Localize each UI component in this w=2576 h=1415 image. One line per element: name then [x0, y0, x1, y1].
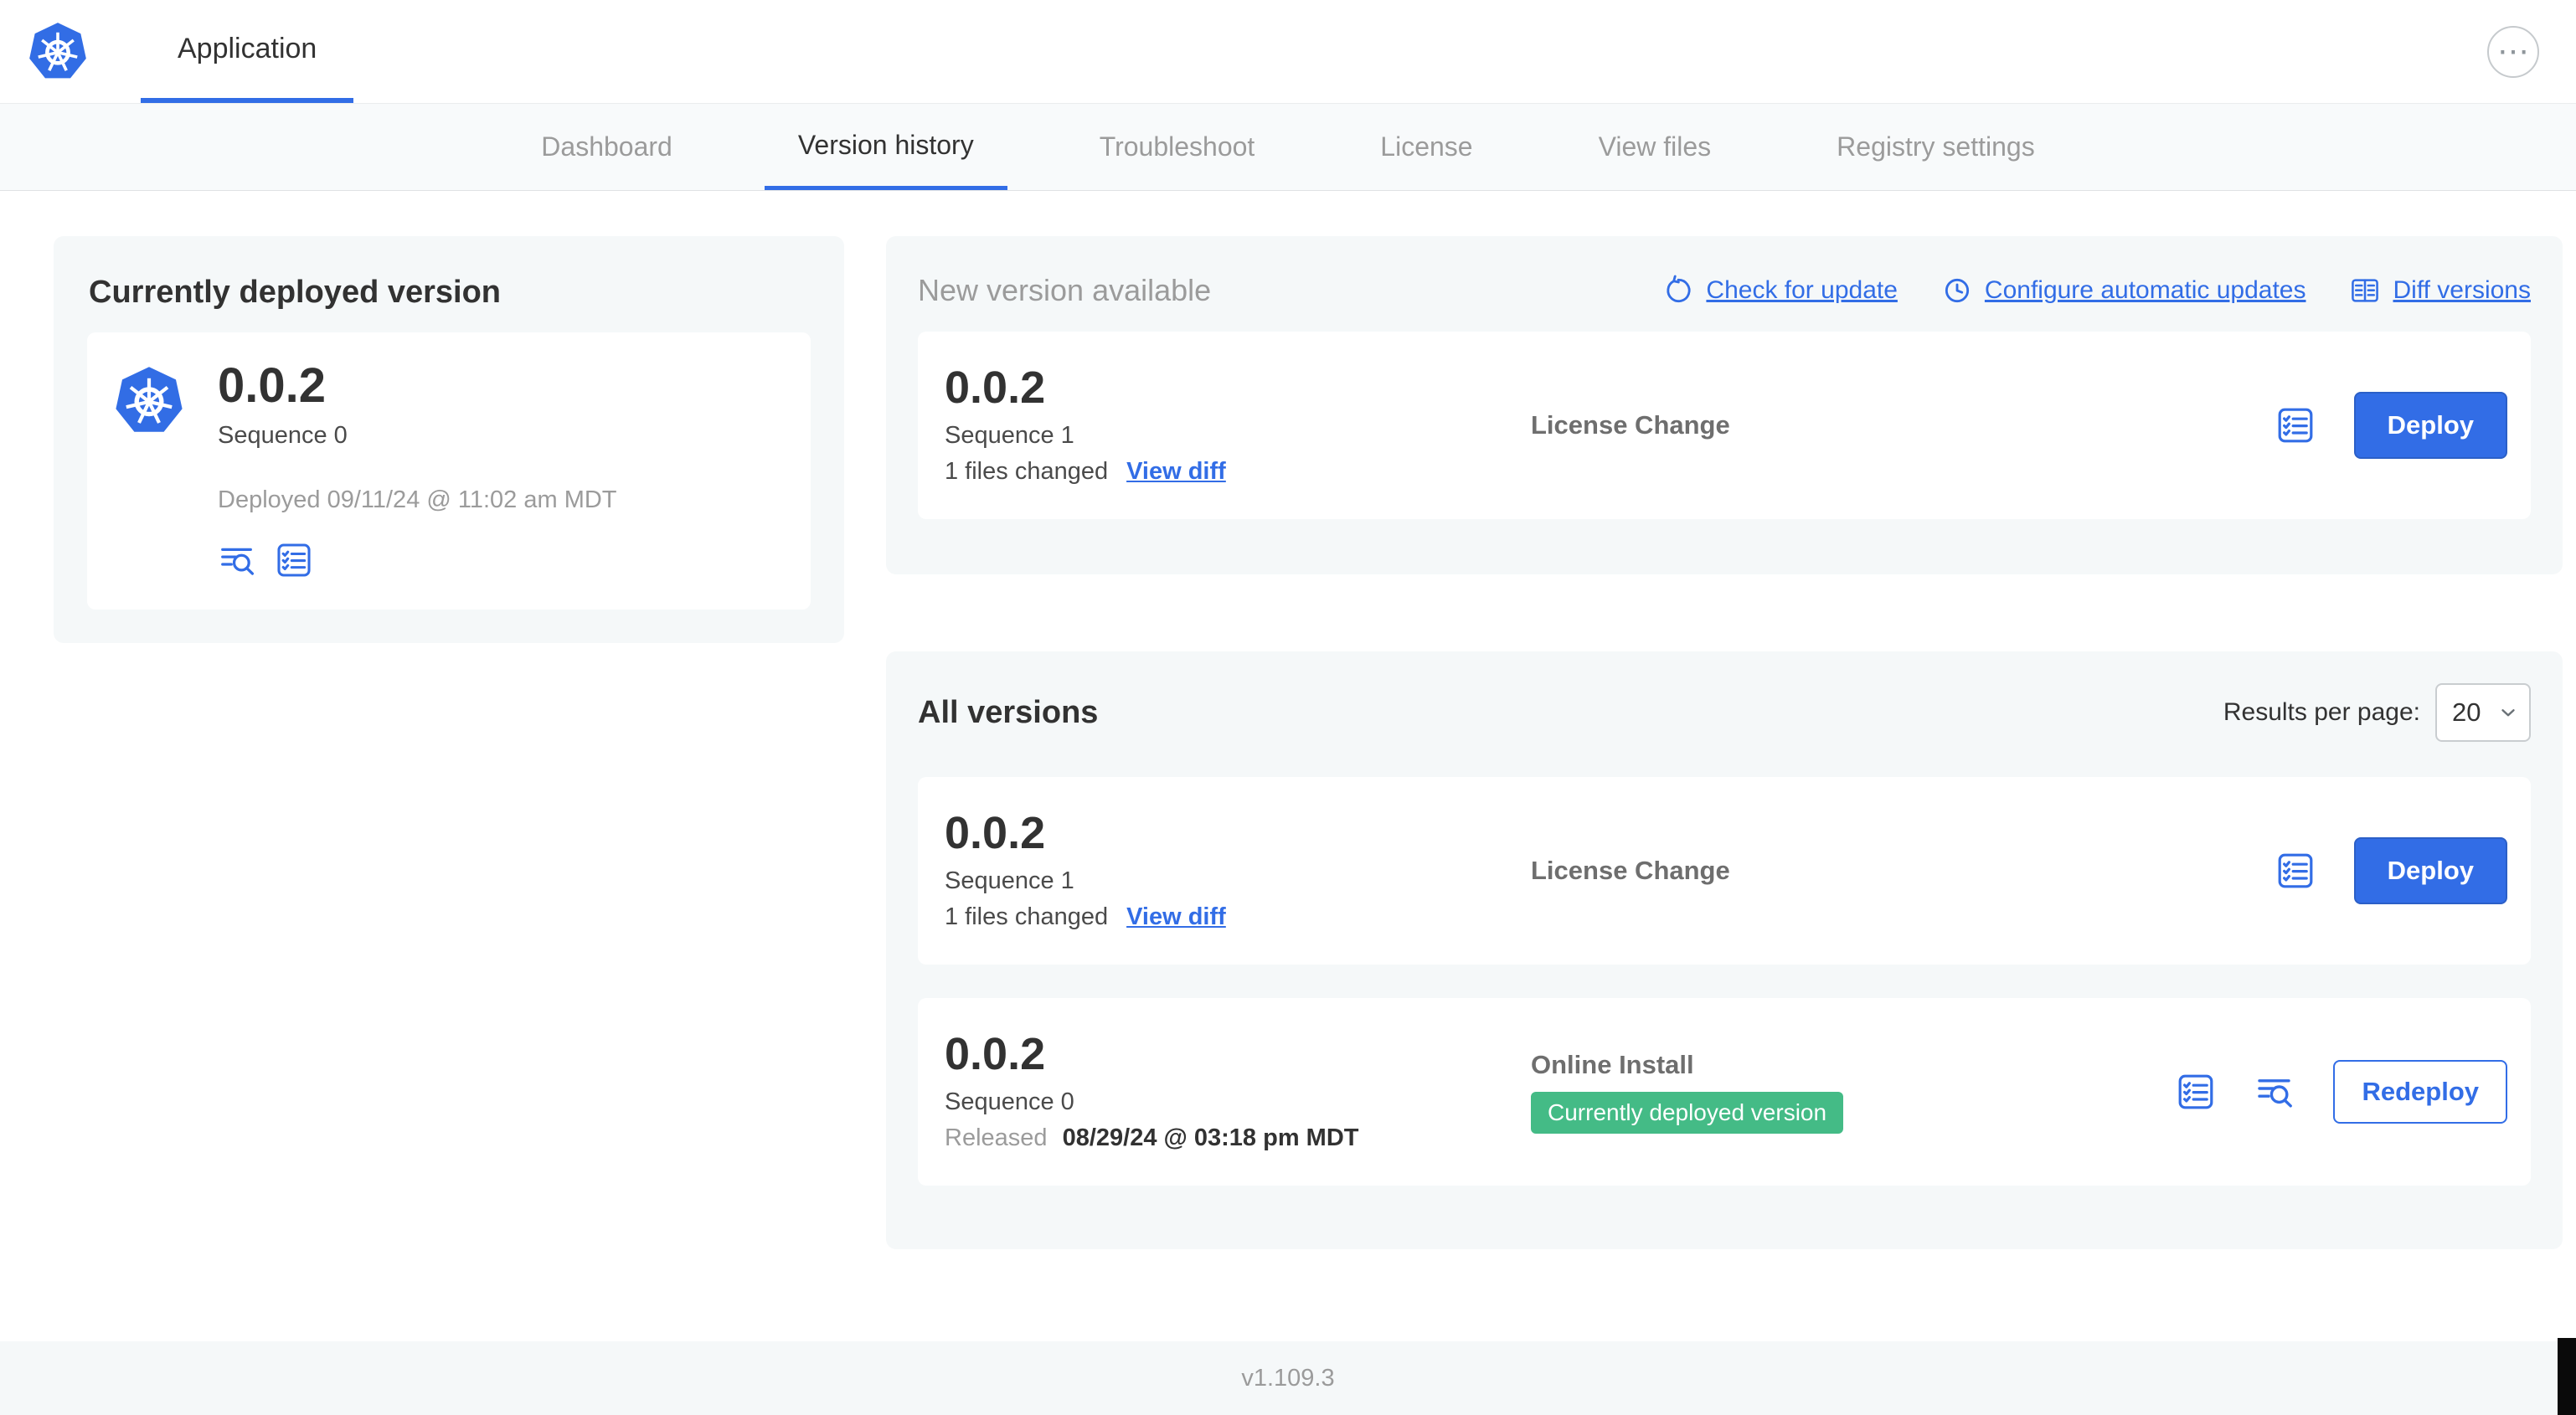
results-per-page: Results per page: 20	[2223, 683, 2531, 742]
configure-automatic-updates-label: Configure automatic updates	[1984, 276, 2306, 304]
deployed-version-number: 0.0.2	[218, 358, 326, 413]
scrollbar-corner-artifact	[2558, 1338, 2576, 1415]
tab-view-files[interactable]: View files	[1565, 104, 1745, 190]
tab-registry-settings-label: Registry settings	[1837, 131, 2035, 162]
tab-view-files-label: View files	[1598, 131, 1712, 162]
check-for-update-link[interactable]: Check for update	[1662, 275, 1898, 306]
main-content: Currently deployed version 0.0.2 Sequenc…	[0, 191, 2576, 1249]
view-logs-icon[interactable]	[218, 541, 256, 579]
version-actions: Redeploy	[2176, 1060, 2507, 1124]
deployed-version-details: 0.0.2 Sequence 0 Deployed 09/11/24 @ 11:…	[218, 358, 617, 579]
tab-dashboard-label: Dashboard	[541, 131, 672, 162]
version-actions: Deploy	[2275, 392, 2507, 459]
version-info: 0.0.2 Sequence 1 1 files changed View di…	[945, 365, 1531, 486]
version-row: 0.0.2 Sequence 0 Released 08/29/24 @ 03:…	[918, 998, 2531, 1186]
deploy-button[interactable]: Deploy	[2353, 837, 2507, 904]
tab-application[interactable]: Application	[141, 0, 354, 103]
version-sequence: Sequence 0	[945, 1088, 1074, 1115]
kubernetes-logo	[23, 18, 92, 86]
redeploy-button[interactable]: Redeploy	[2333, 1060, 2507, 1124]
diff-versions-label: Diff versions	[2393, 276, 2531, 304]
results-per-page-select[interactable]: 20	[2435, 683, 2531, 742]
new-version-row: 0.0.2 Sequence 1 1 files changed View di…	[918, 332, 2531, 519]
new-version-title: New version available	[918, 273, 1212, 307]
files-changed-label: 1 files changed	[945, 458, 1109, 485]
new-version-actions: Check for update Configure automatic upd…	[1662, 275, 2531, 306]
deploy-button[interactable]: Deploy	[2353, 392, 2507, 459]
top-bar: Application ⋯	[0, 0, 2576, 104]
kubernetes-logo	[109, 361, 189, 441]
released-date: 08/29/24 @ 03:18 pm MDT	[1062, 1124, 1359, 1151]
preflight-checks-icon[interactable]	[275, 541, 313, 579]
schedule-icon	[1941, 275, 1973, 306]
preflight-checks-icon[interactable]	[2275, 405, 2316, 445]
configure-automatic-updates-link[interactable]: Configure automatic updates	[1941, 275, 2306, 306]
released-row: Released 08/29/24 @ 03:18 pm MDT	[945, 1124, 1531, 1152]
version-row: 0.0.2 Sequence 1 1 files changed View di…	[918, 777, 2531, 965]
deployed-version-panel: 0.0.2 Sequence 0 Deployed 09/11/24 @ 11:…	[87, 332, 811, 610]
preflight-checks-icon[interactable]	[2275, 851, 2316, 891]
refresh-icon	[1662, 275, 1694, 306]
version-info: 0.0.2 Sequence 0 Released 08/29/24 @ 03:…	[945, 1032, 1531, 1152]
right-column: New version available Check for update C…	[886, 236, 2563, 1249]
version-actions: Deploy	[2275, 837, 2507, 904]
version-info: 0.0.2 Sequence 1 1 files changed View di…	[945, 810, 1531, 931]
currently-deployed-badge: Currently deployed version	[1531, 1092, 1844, 1134]
results-per-page-label: Results per page:	[2223, 698, 2420, 726]
tab-registry-settings[interactable]: Registry settings	[1803, 104, 2069, 190]
source-label: Online Install	[1531, 1050, 1694, 1079]
secondary-nav: Dashboard Version history Troubleshoot L…	[0, 104, 2576, 191]
tab-troubleshoot-label: Troubleshoot	[1099, 131, 1255, 162]
currently-deployed-title: Currently deployed version	[89, 275, 502, 310]
tab-version-history[interactable]: Version history	[764, 104, 1007, 190]
version-sequence: Sequence 1	[945, 867, 1074, 894]
tab-license-label: License	[1380, 131, 1473, 162]
files-changed-label: 1 files changed	[945, 903, 1109, 930]
more-options-button[interactable]: ⋯	[2487, 25, 2539, 78]
files-changed-row: 1 files changed View diff	[945, 903, 1531, 931]
preflight-checks-icon[interactable]	[2176, 1072, 2216, 1112]
version-source: License Change	[1531, 410, 2275, 440]
chevron-down-icon	[2497, 702, 2519, 723]
all-versions-header: All versions Results per page: 20	[918, 683, 2531, 742]
currently-deployed-card: Currently deployed version 0.0.2 Sequenc…	[54, 236, 844, 643]
diff-versions-icon	[2349, 275, 2381, 306]
view-logs-icon[interactable]	[2254, 1072, 2295, 1112]
version-number: 0.0.2	[945, 808, 1046, 858]
all-versions-card: All versions Results per page: 20 0.0.2 …	[886, 651, 2563, 1249]
new-version-header: New version available Check for update C…	[918, 273, 2531, 308]
deployed-sequence: Sequence 0	[218, 421, 348, 449]
released-label: Released	[945, 1124, 1048, 1151]
view-diff-link[interactable]: View diff	[1126, 458, 1226, 486]
footer: v1.109.3	[0, 1341, 2576, 1415]
version-source: License Change	[1531, 856, 2275, 886]
files-changed-row: 1 files changed View diff	[945, 458, 1531, 486]
ellipsis-icon: ⋯	[2497, 34, 2529, 69]
version-sequence: Sequence 1	[945, 422, 1074, 449]
check-for-update-label: Check for update	[1706, 276, 1898, 304]
console-version: v1.109.3	[1241, 1364, 1335, 1392]
all-versions-title: All versions	[918, 694, 1099, 730]
new-version-card: New version available Check for update C…	[886, 236, 2563, 574]
deployed-timestamp: Deployed 09/11/24 @ 11:02 am MDT	[218, 486, 617, 513]
version-source: Online Install Currently deployed versio…	[1531, 1050, 2176, 1134]
tab-dashboard[interactable]: Dashboard	[507, 104, 706, 190]
diff-versions-link[interactable]: Diff versions	[2349, 275, 2531, 306]
version-number: 0.0.2	[945, 1029, 1046, 1079]
version-number: 0.0.2	[945, 363, 1046, 413]
view-diff-link[interactable]: View diff	[1126, 903, 1226, 931]
source-label: License Change	[1531, 856, 1730, 885]
tab-version-history-label: Version history	[797, 129, 974, 160]
source-label: License Change	[1531, 410, 1730, 440]
results-per-page-value: 20	[2452, 697, 2481, 727]
tab-troubleshoot[interactable]: Troubleshoot	[1066, 104, 1289, 190]
tab-license[interactable]: License	[1347, 104, 1506, 190]
app-tab-label: Application	[178, 33, 317, 64]
deployed-actions	[218, 541, 617, 579]
